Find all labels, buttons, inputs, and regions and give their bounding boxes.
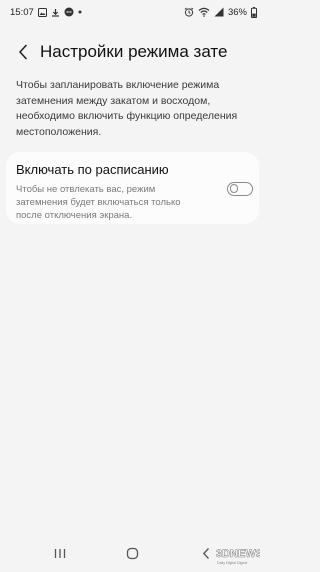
alarm-icon xyxy=(184,7,194,17)
svg-text:3DNEWS: 3DNEWS xyxy=(216,548,260,560)
status-time: 15:07 xyxy=(10,6,34,18)
wifi-icon xyxy=(198,7,210,17)
schedule-toggle[interactable] xyxy=(227,182,253,196)
schedule-setting-card[interactable]: Включать по расписанию Чтобы не отвлекат… xyxy=(6,152,259,224)
chevron-left-icon xyxy=(19,44,27,60)
3dnews-watermark-logo: 3DNEWS Daily Digital Digest xyxy=(214,545,264,567)
gallery-icon xyxy=(37,7,47,17)
home-button[interactable] xyxy=(122,544,142,562)
dot-icon xyxy=(78,10,82,14)
back-icon xyxy=(202,547,209,559)
header: Настройки режима зате xyxy=(0,38,265,66)
recents-button[interactable] xyxy=(50,544,70,562)
signal-icon xyxy=(214,7,224,17)
status-bar-right: 36% xyxy=(184,6,257,18)
svg-text:Daily Digital Digest: Daily Digital Digest xyxy=(217,561,247,565)
download-icon xyxy=(51,8,60,17)
chat-icon xyxy=(64,7,74,17)
schedule-title: Включать по расписанию xyxy=(16,162,169,177)
status-bar: 15:07 36% xyxy=(0,0,265,24)
battery-icon xyxy=(251,6,257,18)
location-description: Чтобы запланировать включение режима зат… xyxy=(16,79,238,138)
back-arrow-button[interactable] xyxy=(12,39,34,65)
page-title: Настройки режима зате xyxy=(40,42,228,61)
toggle-knob xyxy=(229,184,238,193)
battery-level: 36% xyxy=(227,6,247,18)
home-icon xyxy=(126,547,138,559)
recents-icon xyxy=(54,548,66,558)
back-button[interactable] xyxy=(198,544,214,562)
status-bar-left: 15:07 xyxy=(10,7,82,18)
schedule-subtitle: Чтобы не отвлекать вас, режим затемнения… xyxy=(16,184,181,221)
